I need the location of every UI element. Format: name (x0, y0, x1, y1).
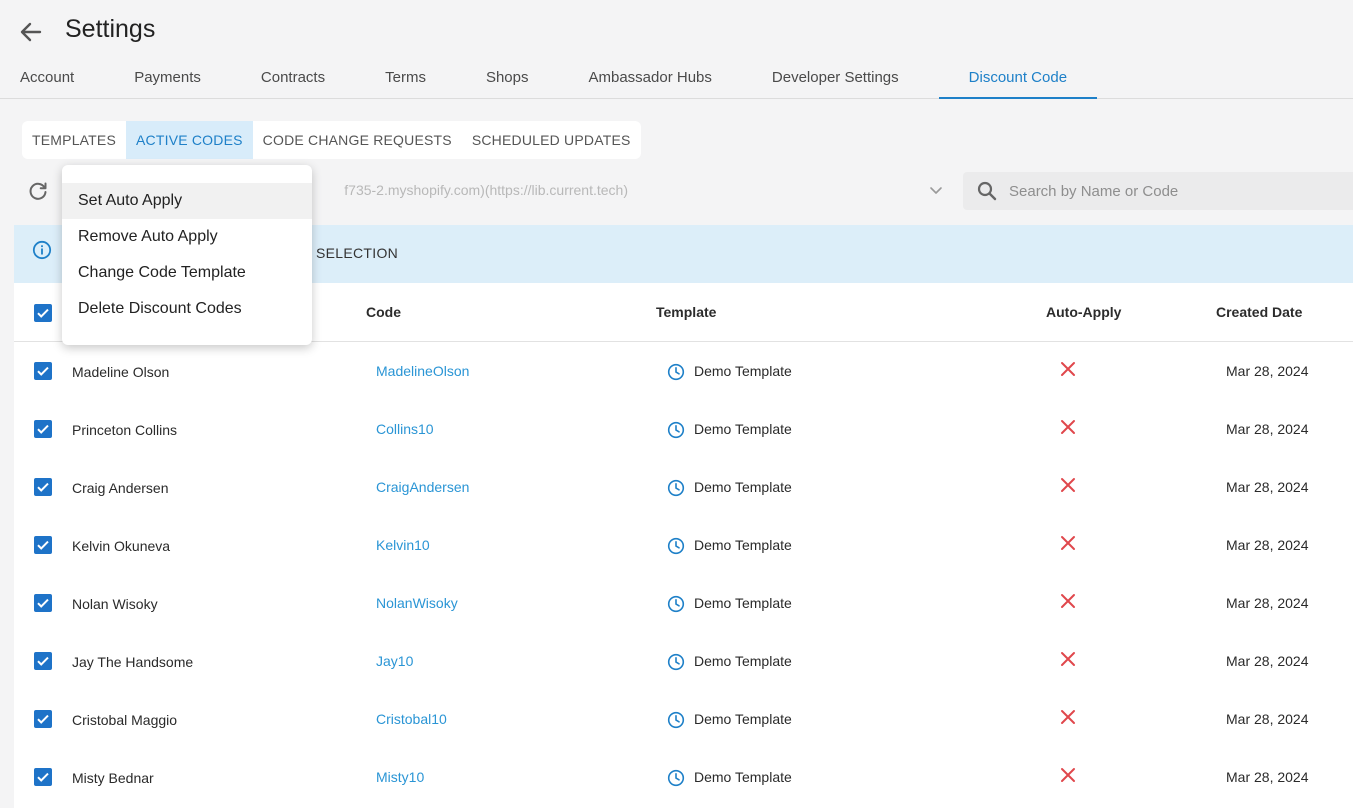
auto-apply-off-x-icon (1060, 419, 1076, 435)
chevron-down-icon (928, 182, 944, 198)
row-checkbox[interactable] (34, 594, 52, 612)
row-checkbox[interactable] (34, 768, 52, 786)
column-header-template[interactable]: Template (656, 304, 716, 320)
ambassador-name: Kelvin Okuneva (72, 538, 171, 554)
template-name: Demo Template (694, 421, 792, 437)
discount-code-link[interactable]: Jay10 (376, 653, 413, 669)
created-date: Mar 28, 2024 (1226, 595, 1309, 611)
auto-apply-off-x-icon (1060, 593, 1076, 609)
clock-icon (667, 363, 685, 381)
menu-item-set-auto-apply[interactable]: Set Auto Apply (62, 183, 312, 219)
discount-code-link[interactable]: Collins10 (376, 421, 434, 437)
discount-code-link[interactable]: NolanWisoky (376, 595, 458, 611)
template-name: Demo Template (694, 479, 792, 495)
clock-icon (667, 769, 685, 787)
selection-info-text: SELECTION (316, 245, 399, 261)
tab-discount-code[interactable]: Discount Code (938, 60, 1098, 99)
subtabs: TEMPLATES ACTIVE CODES CODE CHANGE REQUE… (22, 121, 641, 159)
discount-code-link[interactable]: Kelvin10 (376, 537, 430, 553)
tab-developer-settings[interactable]: Developer Settings (752, 60, 919, 99)
clock-icon (667, 479, 685, 497)
tab-terms[interactable]: Terms (365, 60, 446, 99)
auto-apply-off-x-icon (1060, 535, 1076, 551)
discount-code-link[interactable]: CraigAndersen (376, 479, 469, 495)
discount-code-link[interactable]: Misty10 (376, 769, 424, 785)
clock-icon (667, 537, 685, 555)
ambassador-name: Madeline Olson (72, 364, 170, 380)
template-name: Demo Template (694, 363, 792, 379)
row-checkbox[interactable] (34, 362, 52, 380)
row-checkbox[interactable] (34, 536, 52, 554)
tab-shops[interactable]: Shops (466, 60, 549, 99)
tab-payments[interactable]: Payments (114, 60, 221, 99)
created-date: Mar 28, 2024 (1226, 537, 1309, 553)
created-date: Mar 28, 2024 (1226, 653, 1309, 669)
auto-apply-off-x-icon (1060, 651, 1076, 667)
select-all-checkbox[interactable] (34, 304, 52, 322)
row-checkbox[interactable] (34, 478, 52, 496)
info-icon (32, 240, 52, 260)
column-header-auto-apply[interactable]: Auto-Apply (1046, 304, 1121, 320)
created-date: Mar 28, 2024 (1226, 421, 1309, 437)
table-row[interactable]: Princeton Collins Collins10 Demo Template M… (14, 400, 1353, 458)
ambassador-name: Cristobal Maggio (72, 712, 178, 728)
clock-icon (667, 711, 685, 729)
template-name: Demo Template (694, 653, 792, 669)
tab-account[interactable]: Account (0, 60, 94, 99)
back-arrow-icon[interactable] (18, 19, 44, 45)
table-row[interactable]: Madeline Olson MadelineOlson Demo Template… (14, 342, 1353, 400)
row-checkbox[interactable] (34, 710, 52, 728)
search-input[interactable] (1009, 172, 1339, 210)
clock-icon (667, 421, 685, 439)
created-date: Mar 28, 2024 (1226, 363, 1309, 379)
row-checkbox[interactable] (34, 420, 52, 438)
subtab-code-change-requests[interactable]: CODE CHANGE REQUESTS (253, 121, 462, 159)
clock-icon (667, 653, 685, 671)
template-name: Demo Template (694, 711, 792, 727)
discount-codes-table: Code Template Auto-Apply Created Date Ma… (14, 283, 1353, 808)
template-name: Demo Template (694, 537, 792, 553)
table-row[interactable]: Craig Andersen CraigAndersen Demo Template… (14, 458, 1353, 516)
menu-item-delete-discount-codes[interactable]: Delete Discount Codes (62, 291, 312, 327)
ambassador-name: Nolan Wisoky (72, 596, 158, 612)
clock-icon (667, 595, 685, 613)
table-row[interactable]: Kelvin Okuneva Kelvin10 Demo Template Mar 2… (14, 516, 1353, 574)
column-header-created-date[interactable]: Created Date (1216, 304, 1302, 320)
search-icon (977, 181, 997, 201)
table-row[interactable]: Jay The Handsome Jay10 Demo Template Mar 28… (14, 632, 1353, 690)
menu-item-change-code-template[interactable]: Change Code Template (62, 255, 312, 291)
created-date: Mar 28, 2024 (1226, 711, 1309, 727)
subtab-scheduled-updates[interactable]: SCHEDULED UPDATES (462, 121, 641, 159)
table-row[interactable]: Misty Bednar Misty10 Demo Template Mar 28, … (14, 748, 1353, 806)
menu-item-remove-auto-apply[interactable]: Remove Auto Apply (62, 219, 312, 255)
auto-apply-off-x-icon (1060, 767, 1076, 783)
bulk-actions-menu: Set Auto Apply Remove Auto Apply Change … (62, 165, 312, 345)
subtab-templates[interactable]: TEMPLATES (22, 121, 126, 159)
ambassador-name: Misty Bednar (72, 770, 154, 786)
refresh-icon[interactable] (26, 180, 50, 204)
created-date: Mar 28, 2024 (1226, 479, 1309, 495)
auto-apply-off-x-icon (1060, 709, 1076, 725)
auto-apply-off-x-icon (1060, 361, 1076, 377)
column-header-code[interactable]: Code (366, 304, 401, 320)
table-row[interactable]: Nolan Wisoky NolanWisoky Demo Template Mar … (14, 574, 1353, 632)
ambassador-name: Jay The Handsome (72, 654, 194, 670)
table-row[interactable]: Cristobal Maggio Cristobal10 Demo Template… (14, 690, 1353, 748)
row-checkbox[interactable] (34, 652, 52, 670)
discount-code-link[interactable]: Cristobal10 (376, 711, 447, 727)
template-name: Demo Template (694, 595, 792, 611)
header: Settings Account Payments Contracts Term… (0, 0, 1353, 99)
ambassador-name: Craig Andersen (72, 480, 169, 496)
ambassador-name: Princeton Collins (72, 422, 178, 438)
tab-contracts[interactable]: Contracts (241, 60, 345, 99)
discount-code-link[interactable]: MadelineOlson (376, 363, 469, 379)
auto-apply-off-x-icon (1060, 477, 1076, 493)
template-name: Demo Template (694, 769, 792, 785)
tab-ambassador-hubs[interactable]: Ambassador Hubs (569, 60, 732, 99)
search-box (963, 172, 1353, 210)
main-tabs: Account Payments Contracts Terms Shops A… (0, 60, 1098, 99)
subtab-active-codes[interactable]: ACTIVE CODES (126, 121, 253, 159)
created-date: Mar 28, 2024 (1226, 769, 1309, 785)
page-title: Settings (65, 15, 156, 43)
